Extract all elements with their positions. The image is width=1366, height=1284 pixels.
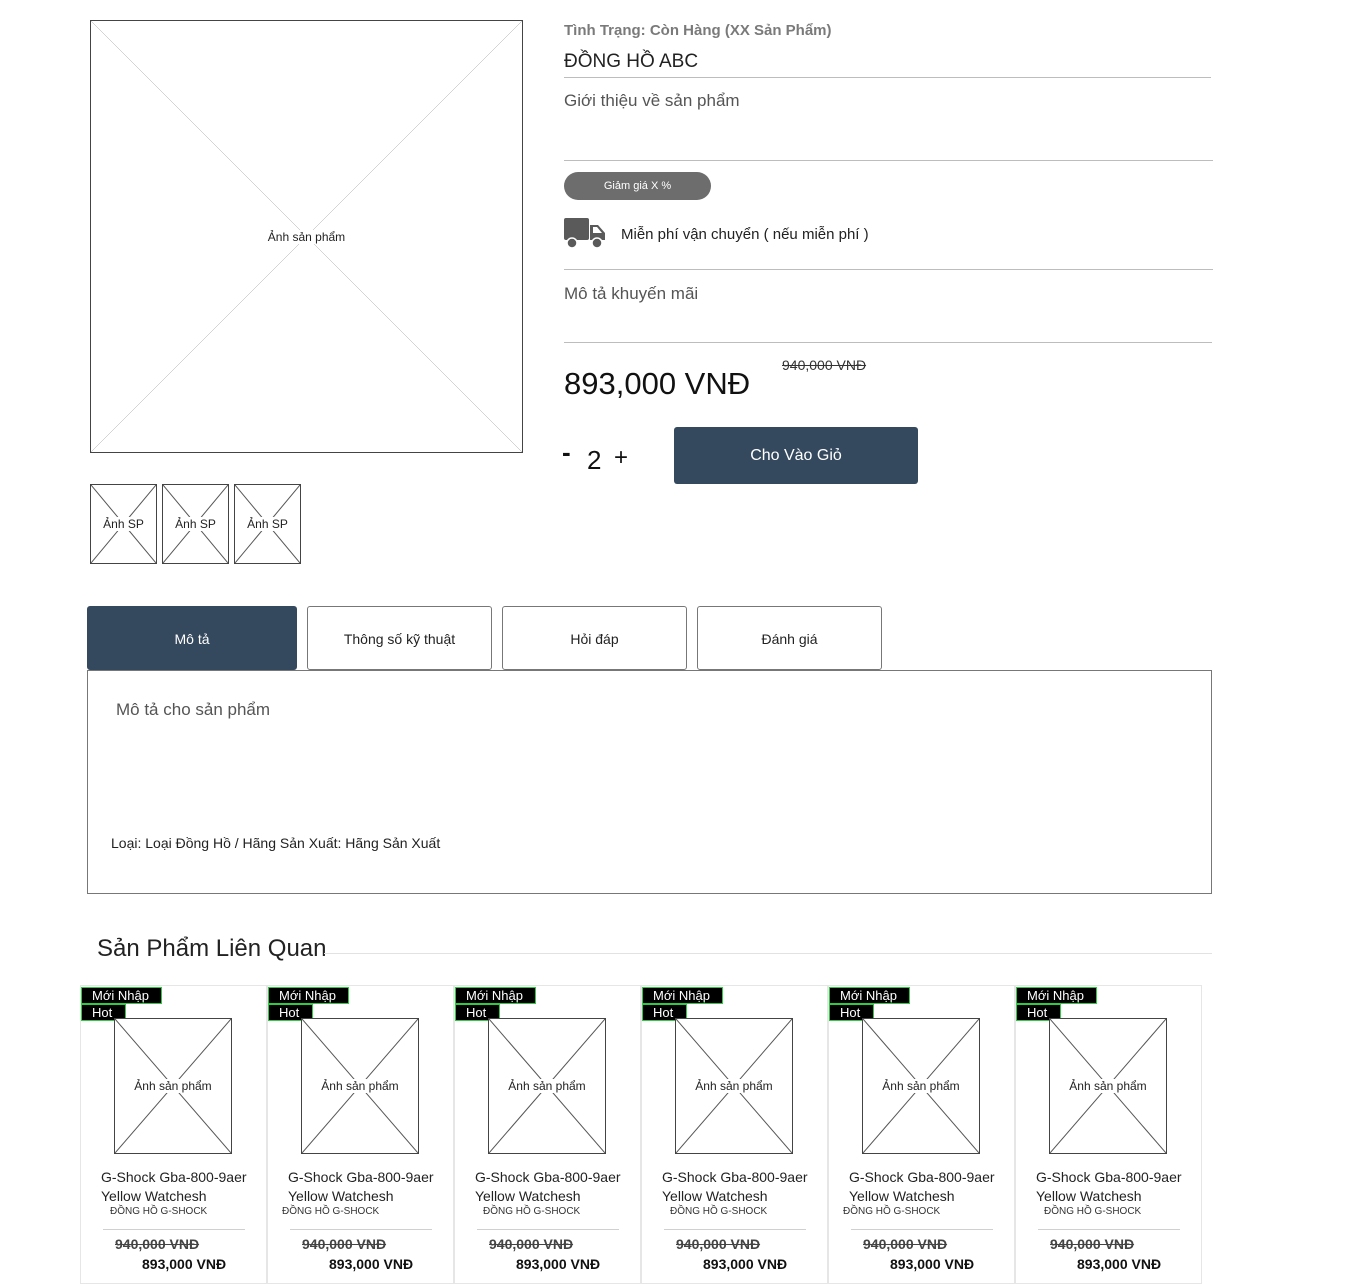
new-badge: Mới Nhập (642, 987, 723, 1004)
related-product-card[interactable]: Mới Nhập Hot Ảnh sản phẩm G-Shock Gba-800-9… (828, 985, 1015, 1284)
quantity-value[interactable]: 2 (587, 445, 601, 476)
thumbnail-2[interactable]: Ảnh SP (162, 484, 229, 564)
related-product-image[interactable]: Ảnh sản phẩm (675, 1018, 793, 1154)
product-brand: ĐỒNG HỒ G-SHOCK (483, 1206, 581, 1217)
related-product-card[interactable]: Mới Nhập Hot Ảnh sản phẩm G-Shock Gba-800-9… (641, 985, 828, 1284)
divider (564, 77, 1211, 78)
thumbnail-3[interactable]: Ảnh SP (234, 484, 301, 564)
product-name[interactable]: G-Shock Gba-800-9aer Yellow Watchesh (662, 1168, 822, 1206)
stock-status: Tình Trạng: Còn Hàng (XX Sản Phẩm) (564, 22, 832, 39)
current-price: 893,000 VNĐ (142, 1256, 227, 1272)
divider (290, 1229, 432, 1230)
product-description: Mô tả cho sản phẩm (116, 700, 271, 719)
related-product-image[interactable]: Ảnh sản phẩm (488, 1018, 606, 1154)
product-name[interactable]: G-Shock Gba-800-9aer Yellow Watchesh (475, 1168, 635, 1206)
related-product-card[interactable]: Mới Nhập Hot Ảnh sản phẩm G-Shock Gba-800-9… (267, 985, 454, 1284)
thumbnail-label: Ảnh SP (101, 517, 146, 531)
new-badge: Mới Nhập (1016, 987, 1097, 1004)
divider (324, 953, 1212, 954)
related-product-image[interactable]: Ảnh sản phẩm (862, 1018, 980, 1154)
product-brand: ĐỒNG HỒ G-SHOCK (282, 1206, 380, 1217)
related-products-title: Sản Phẩm Liên Quan (97, 935, 327, 962)
related-product-card[interactable]: Mới Nhập Hot Ảnh sản phẩm G-Shock Gba-800-9… (1015, 985, 1202, 1284)
product-name[interactable]: G-Shock Gba-800-9aer Yellow Watchesh (101, 1168, 261, 1206)
divider (1038, 1229, 1180, 1230)
old-price: 940,000 VNĐ (863, 1236, 948, 1252)
tab-reviews[interactable]: Đánh giá (697, 606, 882, 670)
divider (664, 1229, 806, 1230)
old-price: 940,000 VNĐ (782, 357, 867, 373)
quantity-decrease-button[interactable]: - (562, 439, 578, 465)
current-price: 893,000 VNĐ (1077, 1256, 1162, 1272)
current-price: 893,000 VNĐ (703, 1256, 788, 1272)
current-price: 893,000 VNĐ (890, 1256, 975, 1272)
tab-description[interactable]: Mô tả (87, 606, 297, 670)
main-image-label: Ảnh sản phẩm (265, 229, 348, 244)
product-name[interactable]: G-Shock Gba-800-9aer Yellow Watchesh (849, 1168, 1009, 1206)
thumbnail-1[interactable]: Ảnh SP (90, 484, 157, 564)
related-product-image[interactable]: Ảnh sản phẩm (301, 1018, 419, 1154)
related-product-card[interactable]: Mới Nhập Hot Ảnh sản phẩm G-Shock Gba-800-9… (80, 985, 267, 1284)
product-name[interactable]: G-Shock Gba-800-9aer Yellow Watchesh (288, 1168, 448, 1206)
discount-badge: Giảm giá X % (564, 172, 711, 200)
old-price: 940,000 VNĐ (302, 1236, 387, 1252)
divider (103, 1229, 245, 1230)
add-to-cart-button[interactable]: Cho Vào Giỏ (674, 427, 918, 484)
truck-icon (564, 217, 606, 249)
product-brand: ĐỒNG HỒ G-SHOCK (1044, 1206, 1142, 1217)
related-product-image[interactable]: Ảnh sản phẩm (1049, 1018, 1167, 1154)
product-title: ĐỒNG HỒ ABC (564, 51, 699, 72)
promo-description: Mô tả khuyến mãi (564, 284, 699, 303)
old-price: 940,000 VNĐ (489, 1236, 574, 1252)
product-brand: ĐỒNG HỒ G-SHOCK (670, 1206, 768, 1217)
image-label: Ảnh sản phẩm (319, 1079, 401, 1093)
tab-qa[interactable]: Hỏi đáp (502, 606, 687, 670)
tab-panel: Mô tả cho sản phẩm Loại: Loại Đồng Hồ / … (87, 670, 1212, 894)
product-brand: ĐỒNG HỒ G-SHOCK (110, 1206, 208, 1217)
divider (564, 342, 1212, 343)
divider (564, 160, 1213, 161)
current-price: 893,000 VNĐ (564, 366, 751, 401)
image-label: Ảnh sản phẩm (132, 1079, 214, 1093)
tab-specifications[interactable]: Thông số kỹ thuật (307, 606, 492, 670)
divider (477, 1229, 619, 1230)
old-price: 940,000 VNĐ (1050, 1236, 1135, 1252)
thumbnail-label: Ảnh SP (173, 517, 218, 531)
related-product-image[interactable]: Ảnh sản phẩm (114, 1018, 232, 1154)
current-price: 893,000 VNĐ (329, 1256, 414, 1272)
product-meta: Loại: Loại Đồng Hồ / Hãng Sản Xuất: Hãng… (111, 835, 441, 851)
related-product-card[interactable]: Mới Nhập Hot Ảnh sản phẩm G-Shock Gba-800-9… (454, 985, 641, 1284)
new-badge: Mới Nhập (81, 987, 162, 1004)
image-label: Ảnh sản phẩm (506, 1079, 588, 1093)
divider (851, 1229, 993, 1230)
new-badge: Mới Nhập (455, 987, 536, 1004)
product-intro: Giới thiệu về sản phẩm (564, 91, 740, 110)
old-price: 940,000 VNĐ (115, 1236, 200, 1252)
old-price: 940,000 VNĐ (676, 1236, 761, 1252)
new-badge: Mới Nhập (829, 987, 910, 1004)
shipping-info: Miễn phí vận chuyển ( nếu miễn phí ) (621, 226, 869, 243)
quantity-increase-button[interactable]: + (614, 444, 628, 472)
image-label: Ảnh sản phẩm (1067, 1079, 1149, 1093)
image-label: Ảnh sản phẩm (693, 1079, 775, 1093)
thumbnail-label: Ảnh SP (245, 517, 290, 531)
main-product-image[interactable]: Ảnh sản phẩm (90, 20, 523, 453)
divider (564, 269, 1213, 270)
product-brand: ĐỒNG HỒ G-SHOCK (843, 1206, 941, 1217)
image-label: Ảnh sản phẩm (880, 1079, 962, 1093)
product-name[interactable]: G-Shock Gba-800-9aer Yellow Watchesh (1036, 1168, 1196, 1206)
new-badge: Mới Nhập (268, 987, 349, 1004)
current-price: 893,000 VNĐ (516, 1256, 601, 1272)
